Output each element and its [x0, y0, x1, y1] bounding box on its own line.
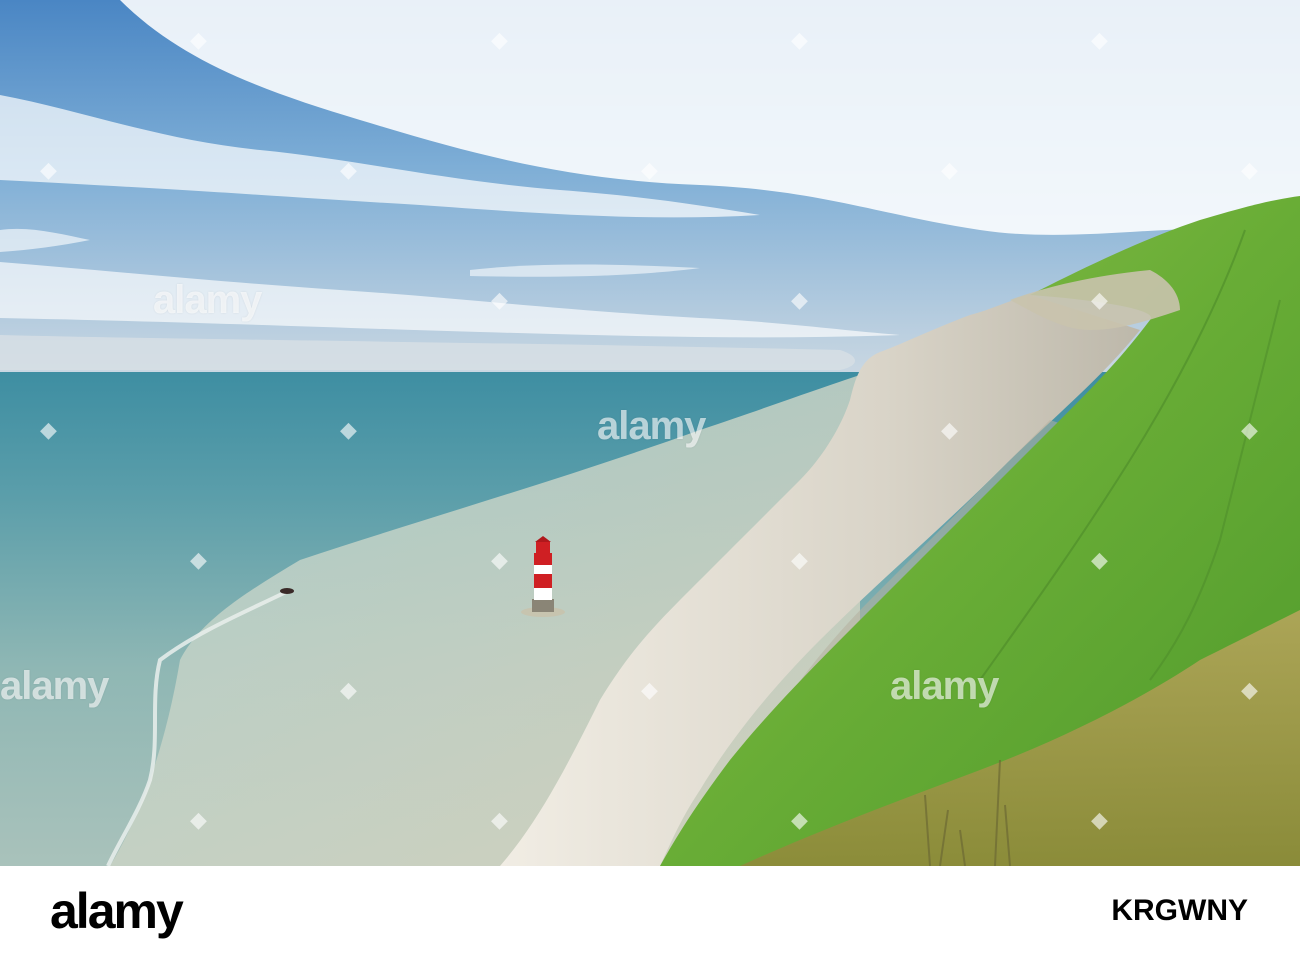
boat — [280, 588, 294, 594]
brand-logo: alamy — [50, 883, 184, 939]
stock-footer-bar: alamy KRGWNY — [0, 866, 1300, 956]
stock-photo-frame: alamy alamy alamy alamy ◆ ◆ ◆ ◆ ◆ ◆ ◆ ◆ … — [0, 0, 1300, 956]
landscape-photo: alamy alamy alamy alamy ◆ ◆ ◆ ◆ ◆ ◆ ◆ ◆ … — [0, 0, 1300, 866]
image-id: KRGWNY — [1111, 894, 1248, 927]
